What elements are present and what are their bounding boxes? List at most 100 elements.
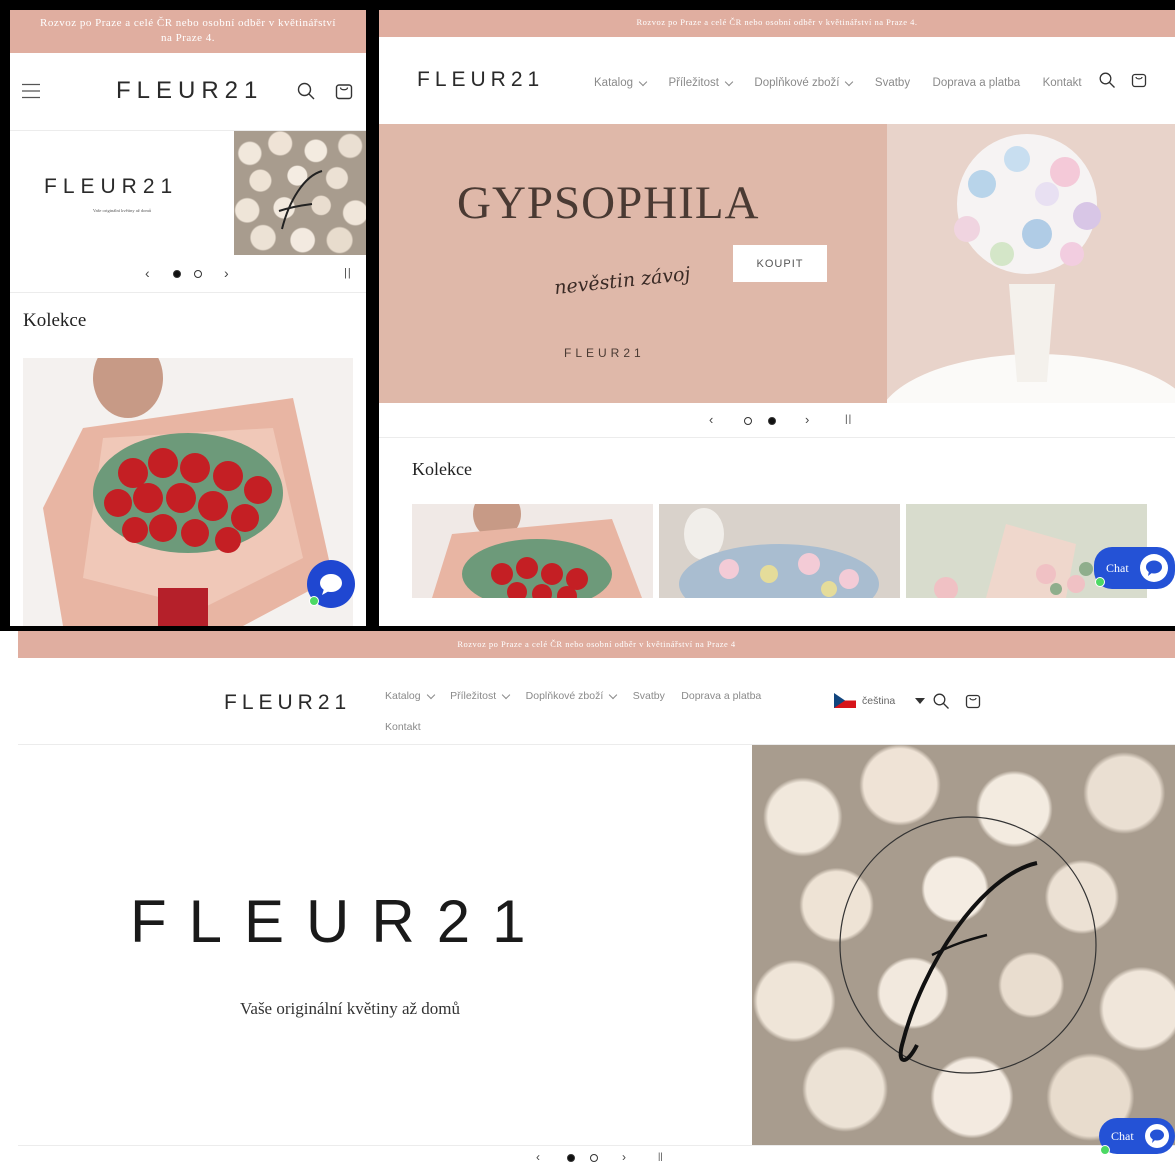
desktop-header: FLEUR21 Katalog Příležitost Doplňkové zb… [18, 658, 1175, 745]
rose-bouquet-image [43, 358, 333, 626]
nav-label: Katalog [594, 77, 634, 89]
desktop-view-gypsophila: Rozvoz po Praze a celé ČR nebo osobní od… [379, 10, 1175, 626]
chevron-down-icon [426, 690, 435, 700]
slider-prev-button[interactable]: ‹ [709, 412, 713, 427]
chevron-down-icon [724, 77, 734, 86]
hero-roses-image [234, 131, 366, 255]
nav-label: Doprava a platba [932, 77, 1021, 89]
announcement-text: Rozvoz po Praze a celé ČR nebo osobní od… [636, 17, 918, 27]
nav-label: Doplňkové zboží [754, 77, 840, 89]
hero-slide: FLEUR21 Vaše originální květiny až domů [10, 131, 366, 255]
mobile-header: FLEUR21 [10, 53, 366, 131]
slider-pause-button[interactable]: || [344, 267, 352, 279]
nav-doprava[interactable]: Doprava a platba [933, 77, 1021, 89]
koupit-label: KOUPIT [756, 257, 804, 270]
site-logo[interactable]: FLEUR21 [116, 77, 263, 105]
slider-dot-1[interactable] [744, 417, 752, 425]
monogram-icon [278, 170, 323, 230]
chat-bubble-icon [1139, 554, 1168, 582]
mobile-view: Rozvoz po Praze a celé ČR nebo osobní od… [10, 10, 366, 626]
nav-katalog[interactable]: Katalog [385, 682, 435, 711]
nav-label: Kontakt [1042, 77, 1082, 89]
cart-icon[interactable] [335, 81, 353, 100]
nav-prilezitost[interactable]: Příležitost [450, 682, 511, 711]
chevron-down-icon [609, 690, 618, 700]
site-logo[interactable]: FLEUR21 [224, 691, 351, 715]
slider-controls: ‹ › || [10, 255, 366, 293]
nav-label: Příležitost [450, 690, 497, 702]
nav-label: Doprava a platba [681, 690, 762, 702]
nav-katalog[interactable]: Katalog [594, 77, 648, 89]
nav-svatby[interactable]: Svatby [875, 77, 910, 89]
slider-prev-button[interactable]: ‹ [536, 1150, 540, 1162]
collections-heading: Kolekce [23, 310, 87, 331]
nav-svatby[interactable]: Svatby [633, 682, 665, 711]
online-indicator [309, 596, 319, 606]
nav-prilezitost[interactable]: Příležitost [668, 77, 734, 89]
collection-card-roses[interactable] [412, 504, 653, 598]
nav-label: Příležitost [668, 77, 719, 89]
bust-gypsophila-image [679, 508, 879, 598]
hero-roses-image [752, 745, 1175, 1145]
chat-button[interactable]: Chat [1099, 1118, 1175, 1154]
online-indicator [1095, 577, 1105, 587]
nav-label: Svatby [874, 77, 911, 89]
czech-flag-icon [834, 693, 856, 708]
announcement-bar: Rozvoz po Praze a celé ČR nebo osobní od… [10, 10, 366, 53]
slider-dot-1[interactable] [567, 1154, 575, 1162]
online-indicator [1100, 1145, 1110, 1155]
nav-kontakt[interactable]: Kontakt [385, 713, 421, 742]
nav-doplnkove[interactable]: Doplňkové zboží [754, 77, 854, 89]
hero-title: GYPSOPHILA [457, 177, 760, 229]
slider-next-button[interactable]: › [224, 265, 229, 281]
slider-next-button[interactable]: › [622, 1150, 626, 1162]
slider-pause-button[interactable]: || [845, 414, 852, 425]
announcement-bar: Rozvoz po Praze a celé ČR nebo osobní od… [379, 10, 1175, 37]
slider-pause-button[interactable]: || [658, 1151, 663, 1161]
cart-icon[interactable] [965, 692, 981, 709]
slider-prev-button[interactable]: ‹ [145, 265, 150, 281]
gypsophila-vase-image [884, 124, 1175, 403]
announcement-bar: Rozvoz po Praze a celé ČR nebo osobní od… [18, 631, 1175, 658]
hero-fleur21: FLEUR21 Vaše originální květiny až domů [0, 745, 1175, 1145]
search-icon[interactable] [1099, 72, 1115, 88]
slider-dot-2[interactable] [768, 417, 776, 425]
search-icon[interactable] [297, 82, 315, 100]
desktop-view-fleur21: Rozvoz po Praze a celé ČR nebo osobní od… [0, 631, 1175, 1162]
hero-text-block: FLEUR21 Vaše originální květiny až domů [10, 131, 234, 255]
slider-controls: ‹ › || [379, 403, 1175, 438]
chevron-down-icon [638, 77, 648, 86]
hero-logo: FLEUR21 [44, 175, 179, 198]
desktop-header: FLEUR21 Katalog Příležitost Doplňkové zb… [379, 37, 1175, 124]
slider-dot-2[interactable] [194, 270, 202, 278]
slider-dot-2[interactable] [590, 1154, 598, 1162]
nav-doprava[interactable]: Doprava a platba [681, 682, 761, 711]
collection-card-roses[interactable] [23, 358, 353, 626]
chevron-down-icon [501, 690, 511, 700]
monogram-icon [839, 816, 1097, 1074]
announcement-text: Rozvoz po Praze a celé ČR nebo osobní od… [457, 639, 736, 649]
nav-label: Doplňkové zboží [525, 690, 604, 702]
chevron-down-icon [845, 77, 854, 86]
language-selector[interactable]: čeština [834, 693, 926, 708]
announcement-text: Rozvoz po Praze a celé ČR nebo osobní od… [40, 17, 336, 44]
nav-doplnkove[interactable]: Doplňkové zboží [525, 682, 618, 711]
nav-kontakt[interactable]: Kontakt [1043, 77, 1082, 89]
search-icon[interactable] [933, 693, 949, 709]
collection-card-gypsophila[interactable] [659, 504, 900, 598]
site-logo[interactable]: FLEUR21 [417, 68, 544, 92]
chat-label: Chat [1106, 560, 1129, 575]
collections-heading: Kolekce [412, 459, 472, 479]
language-label: čeština [862, 694, 896, 707]
chat-button[interactable]: Chat [1094, 547, 1175, 589]
hero-tagline: Vaše originální květiny až domů [92, 208, 152, 213]
cart-icon[interactable] [1131, 71, 1147, 88]
slider-dot-1[interactable] [173, 270, 181, 278]
koupit-button[interactable]: KOUPIT [733, 245, 827, 282]
hero-tagline: Vaše originální květiny až domů [240, 999, 461, 1018]
slider-next-button[interactable]: › [805, 412, 809, 427]
nav-label: Katalog [385, 690, 421, 702]
menu-icon[interactable] [22, 83, 40, 99]
hero-brand: FLEUR21 [564, 346, 645, 360]
chat-bubble-icon [1144, 1124, 1169, 1148]
